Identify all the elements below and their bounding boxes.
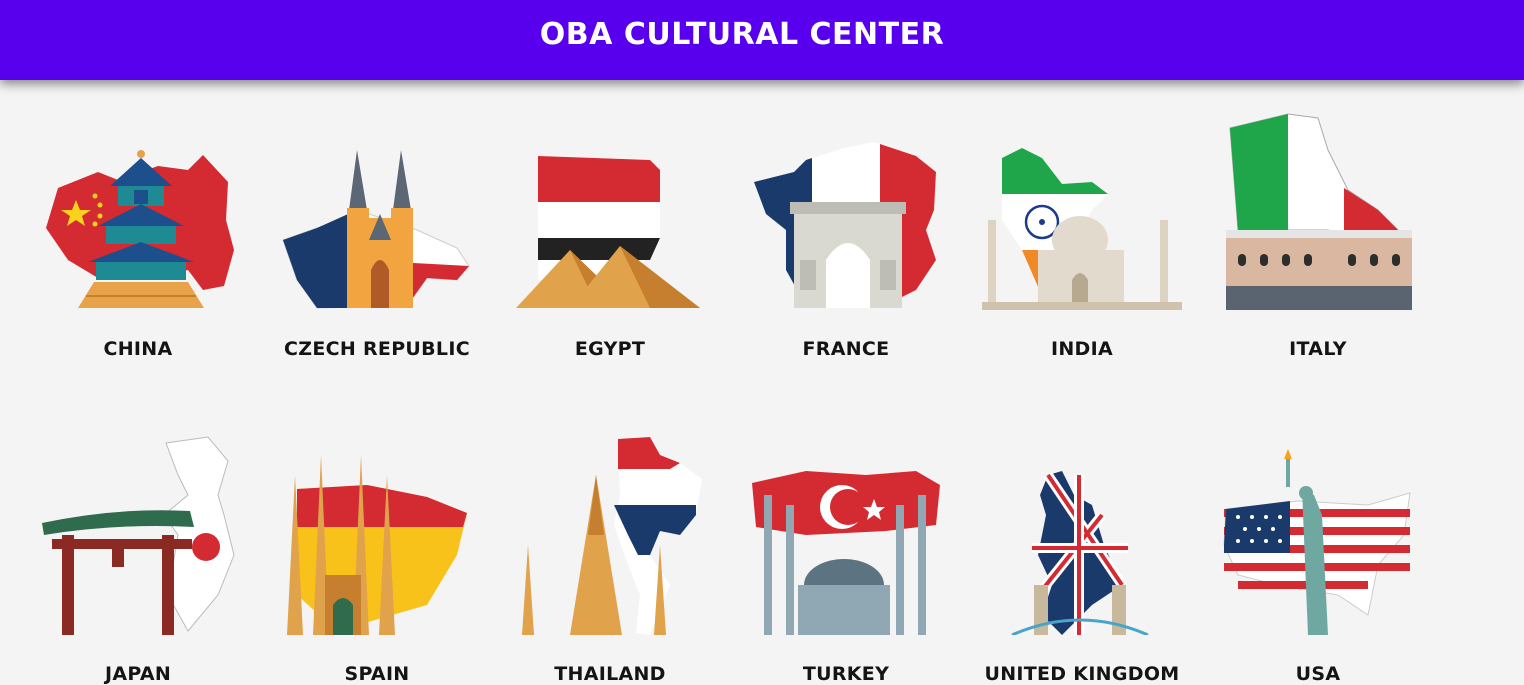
country-label: USA xyxy=(1295,663,1341,685)
site-header: OBA CULTURAL CENTER xyxy=(0,0,1524,80)
country-label: CHINA xyxy=(103,338,173,360)
country-card-italy[interactable]: ITALY xyxy=(1218,110,1418,360)
country-card-turkey[interactable]: TURKEY xyxy=(746,435,946,685)
country-label: CZECH REPUBLIC xyxy=(284,338,470,360)
country-label: UNITED KINGDOM xyxy=(984,663,1180,685)
country-card-japan[interactable]: JAPAN xyxy=(38,435,238,685)
country-grid: CHINA CZECH REPUBLIC EGYPT FRANCE INDIA … xyxy=(0,80,1524,685)
czech-tyn-church-icon xyxy=(282,150,470,309)
country-label: THAILAND xyxy=(554,663,666,685)
france-arc-de-triomphe-icon xyxy=(754,142,936,308)
country-card-czech-republic[interactable]: CZECH REPUBLIC xyxy=(277,110,477,360)
country-label: EGYPT xyxy=(574,338,646,360)
country-card-egypt[interactable]: EGYPT xyxy=(510,110,710,360)
thailand-wat-arun-icon xyxy=(522,437,702,635)
usa-statue-of-liberty-icon xyxy=(1223,449,1411,635)
country-card-thailand[interactable]: THAILAND xyxy=(510,435,710,685)
country-label: ITALY xyxy=(1289,338,1347,360)
turkey-blue-mosque-icon xyxy=(752,471,940,635)
country-card-united-kingdom[interactable]: UNITED KINGDOM xyxy=(982,435,1182,685)
country-label: JAPAN xyxy=(104,663,172,685)
egypt-pyramids-icon xyxy=(516,156,700,308)
uk-tower-bridge-icon xyxy=(1011,471,1149,635)
country-card-india[interactable]: INDIA xyxy=(982,110,1182,360)
country-card-china[interactable]: CHINA xyxy=(38,110,238,360)
page-title: OBA CULTURAL CENTER xyxy=(539,16,945,52)
country-card-spain[interactable]: SPAIN xyxy=(277,435,477,685)
japan-torii-gate-icon xyxy=(42,436,235,635)
country-label: SPAIN xyxy=(344,663,410,685)
country-label: INDIA xyxy=(1050,338,1114,360)
country-label: FRANCE xyxy=(802,338,890,360)
country-label: TURKEY xyxy=(802,663,890,685)
country-card-france[interactable]: FRANCE xyxy=(746,110,946,360)
china-temple-of-heaven-icon xyxy=(46,150,234,308)
italy-doge-palace-icon xyxy=(1226,113,1412,310)
india-taj-mahal-icon xyxy=(982,148,1182,310)
country-card-usa[interactable]: USA xyxy=(1218,435,1418,685)
spain-sagrada-familia-icon xyxy=(287,455,467,635)
